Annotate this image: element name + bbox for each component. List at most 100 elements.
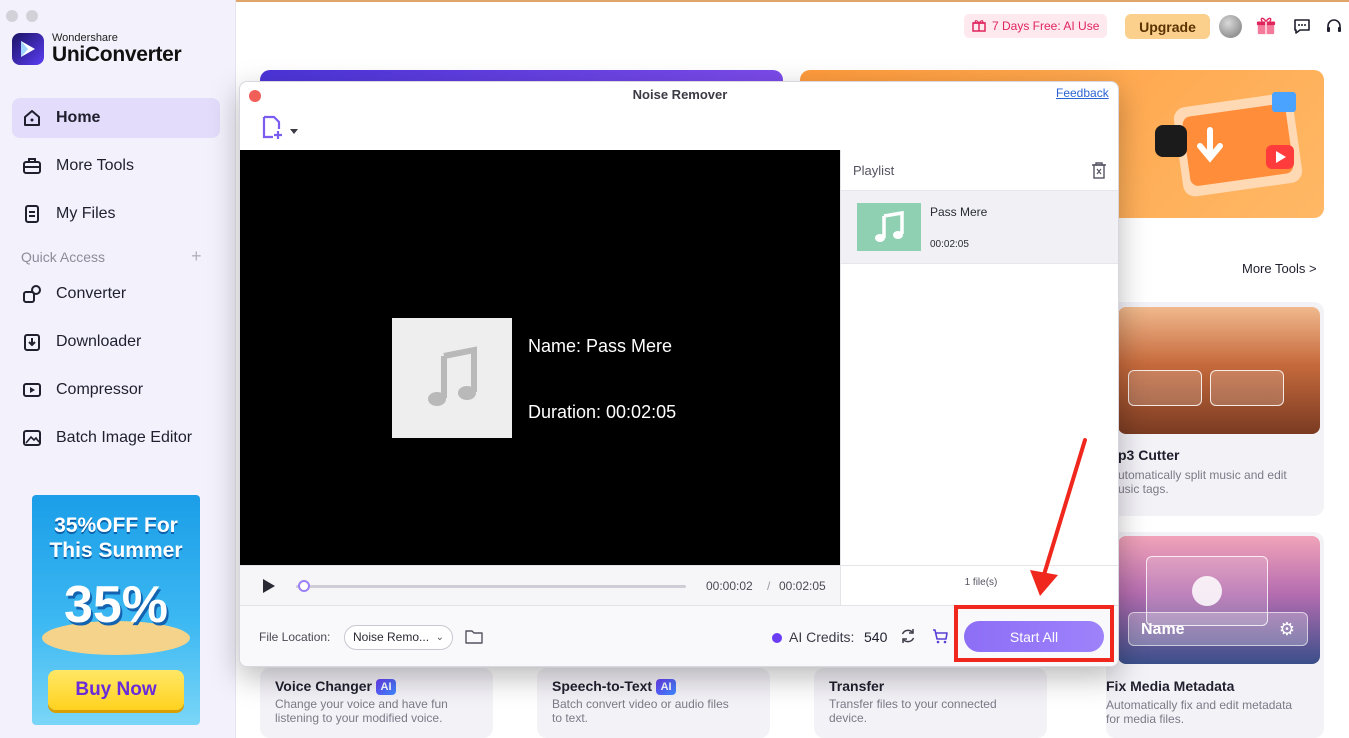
media-name: Name: Pass Mere: [528, 336, 673, 356]
card-desc-line1: Transfer files to your connected: [829, 697, 997, 711]
file-location-value: Noise Remo...: [353, 630, 430, 644]
brand-name: UniConverter: [52, 43, 182, 66]
video-preview[interactable]: Name: Pass Mere Duration: 00:02:05: [240, 150, 840, 565]
dialog-title: Noise Remover: [632, 87, 728, 102]
sidebar-item-label: Home: [56, 109, 101, 126]
add-file-button[interactable]: [260, 115, 298, 146]
sidebar: Wondershare UniConverter Home More Tools…: [0, 0, 236, 738]
sidebar-item-label: More Tools: [56, 157, 134, 174]
card-title-text: Speech-to-Text: [552, 678, 653, 694]
headset-icon[interactable]: [1324, 16, 1344, 36]
ai-badge: AI: [656, 679, 677, 695]
summer-promo-banner[interactable]: 35%OFF For This Summer 35% Buy Now: [32, 495, 200, 725]
chat-icon[interactable]: [1292, 16, 1312, 36]
time-separator: /: [767, 579, 771, 593]
quick-access-label: Quick Access: [21, 249, 106, 265]
playlist-header: Playlist: [853, 163, 895, 178]
sidebar-item-compressor[interactable]: Compressor: [12, 370, 220, 410]
buy-now-button[interactable]: Buy Now: [48, 670, 184, 710]
speech-to-text-card[interactable]: Speech-to-Text AI Batch convert video or …: [537, 668, 770, 738]
trash-icon[interactable]: [1091, 161, 1107, 184]
playlist-item-duration: 00:02:05: [930, 239, 969, 250]
sidebar-item-downloader[interactable]: Downloader: [12, 322, 220, 362]
window-controls: [6, 10, 38, 22]
converter-icon: [22, 284, 42, 304]
ai-credits-value: 540: [864, 629, 888, 645]
playlist-panel: Playlist Pass Mere 00:02:05 1 file(s): [840, 150, 1118, 605]
sidebar-item-label: Batch Image Editor: [56, 429, 193, 446]
feedback-link[interactable]: Feedback: [1056, 86, 1109, 100]
card-desc-line2: listening to your modified voice.: [275, 711, 443, 725]
sidebar-item-batch-image-editor[interactable]: Batch Image Editor: [12, 418, 220, 458]
name-field-illustration: Name ⚙: [1128, 612, 1308, 646]
brand: Wondershare UniConverter: [12, 32, 182, 66]
sidebar-item-label: Compressor: [56, 381, 144, 398]
refresh-icon[interactable]: [900, 628, 916, 649]
play-circle-icon: [1192, 576, 1222, 606]
minimize-window-button[interactable]: [26, 10, 38, 22]
add-quick-access-button[interactable]: +: [191, 246, 202, 267]
seek-handle[interactable]: [297, 580, 310, 592]
top-accent-line: [236, 0, 1349, 2]
promo-title-line1: 35%OFF For: [54, 514, 178, 537]
music-note-icon: [392, 318, 512, 438]
card-title: Voice Changer AI: [275, 678, 396, 695]
avatar[interactable]: [1219, 15, 1242, 38]
add-file-icon: [260, 115, 286, 146]
ai-credits-icon: [772, 633, 782, 643]
fix-media-metadata-text: Fix Media Metadata Automatically fix and…: [1106, 678, 1292, 726]
name-label: Name: [1141, 621, 1185, 638]
card-title: Fix Media Metadata: [1106, 678, 1235, 694]
close-window-button[interactable]: [6, 10, 18, 22]
sidebar-item-more-tools[interactable]: More Tools: [12, 146, 220, 186]
metadata-thumbnail: Name ⚙: [1118, 536, 1320, 664]
play-button[interactable]: [262, 578, 276, 599]
waveform-icon: [1210, 370, 1284, 406]
wrench-icon: ⚙: [1278, 619, 1295, 639]
gift-box-icon[interactable]: [1256, 16, 1276, 36]
toolbox-icon: [22, 156, 42, 176]
card-desc-line2: for media files.: [1106, 712, 1185, 726]
sidebar-item-home[interactable]: Home: [12, 98, 220, 138]
promo-title-line2: This Summer: [49, 539, 183, 562]
mp3-cutter-thumbnail: [1118, 307, 1320, 434]
voice-changer-card[interactable]: Voice Changer AI Change your voice and ha…: [260, 668, 493, 738]
chevron-down-icon: [290, 122, 298, 140]
music-thumbnail-icon: [857, 203, 921, 251]
file-location-select[interactable]: Noise Remo... ⌄: [344, 625, 453, 650]
folder-icon[interactable]: [465, 629, 483, 649]
transfer-card[interactable]: Transfer Transfer files to your connecte…: [814, 668, 1047, 738]
image-editor-icon: [22, 428, 42, 448]
sidebar-item-label: My Files: [56, 205, 116, 222]
divider: [841, 565, 1118, 566]
upgrade-button[interactable]: Upgrade: [1125, 14, 1210, 39]
playback-controls: 00:00:02 / 00:02:05: [240, 565, 840, 605]
downloader-icon: [22, 332, 42, 352]
ai-trial-badge[interactable]: 7 Days Free: AI Use: [964, 14, 1108, 38]
chevron-down-icon: ⌄: [435, 632, 444, 643]
card-desc-line1: Batch convert video or audio files: [552, 697, 729, 711]
card-desc-line2: usic tags.: [1118, 482, 1169, 496]
media-duration: Duration: 00:02:05: [528, 402, 677, 422]
sidebar-item-my-files[interactable]: My Files: [12, 194, 220, 234]
playlist-item[interactable]: Pass Mere 00:02:05: [841, 190, 1118, 264]
file-count: 1 file(s): [964, 577, 998, 588]
more-tools-link[interactable]: More Tools >: [1242, 261, 1317, 276]
promo-big-text: 35%: [63, 576, 169, 634]
noise-remover-dialog: Noise Remover Feedback Name: Pass Mere D…: [239, 81, 1119, 667]
promo-title: 35%OFF For This Summer: [32, 513, 200, 563]
current-time: 00:00:02: [706, 579, 753, 593]
card-desc-line1: utomatically split music and edit: [1118, 468, 1287, 482]
cart-icon[interactable]: [932, 629, 948, 649]
gift-icon: [972, 18, 986, 35]
seek-bar[interactable]: [296, 585, 686, 588]
ai-badge: AI: [376, 679, 396, 695]
card-desc-line2: device.: [829, 711, 868, 725]
card-desc-line1: Automatically fix and edit metadata: [1106, 698, 1293, 712]
file-location-label: File Location:: [259, 630, 331, 644]
card-title: Speech-to-Text AI: [552, 678, 677, 695]
card-title: Transfer: [829, 678, 885, 694]
home-icon: [22, 108, 42, 128]
sidebar-item-converter[interactable]: Converter: [12, 274, 220, 314]
playlist-item-name: Pass Mere: [930, 205, 988, 219]
